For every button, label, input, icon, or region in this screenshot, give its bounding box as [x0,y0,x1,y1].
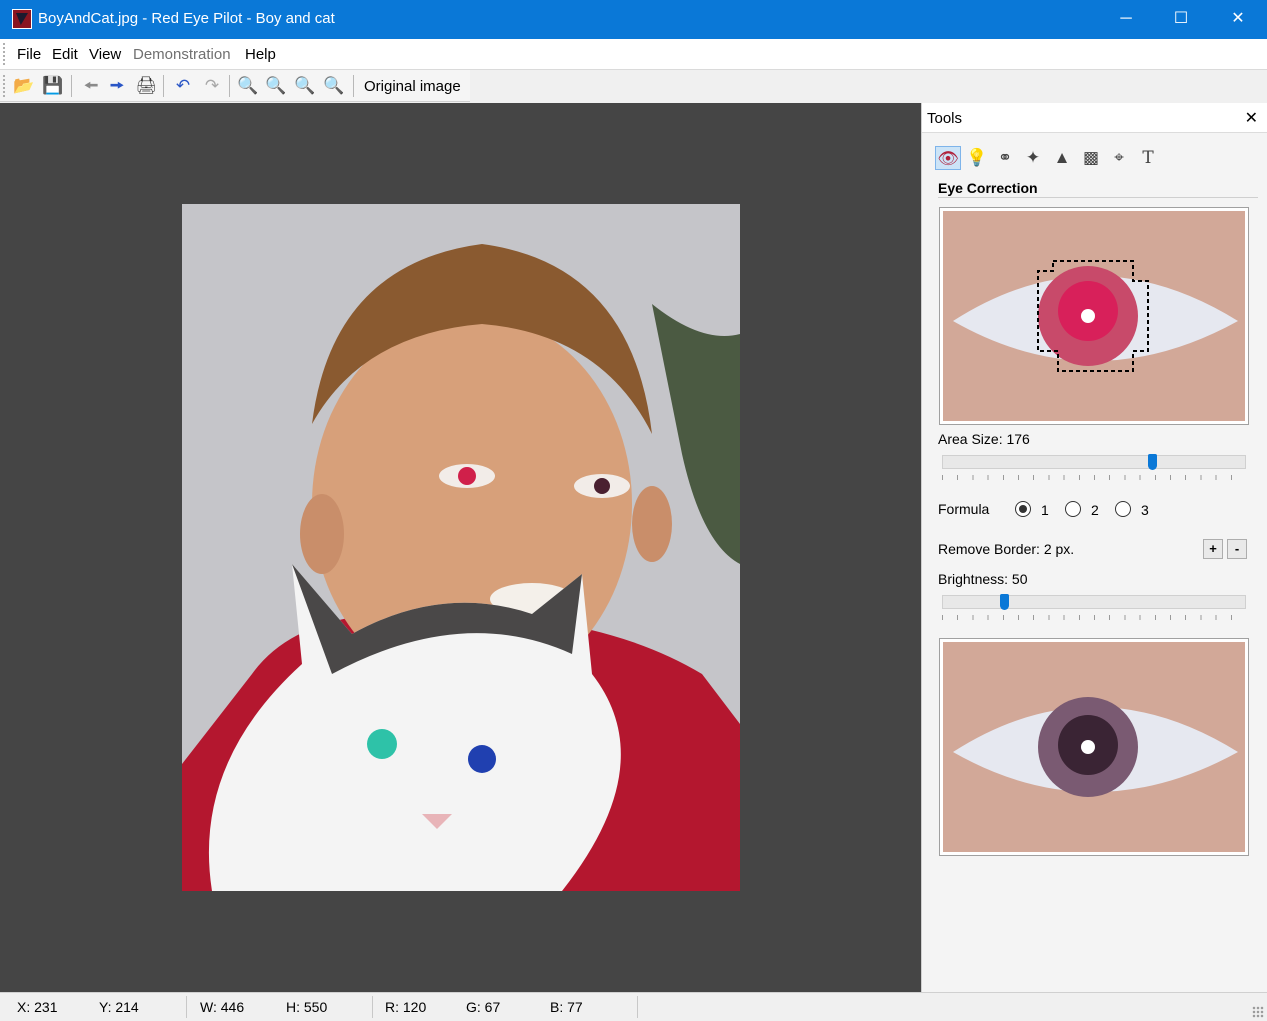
red-eye-icon[interactable]: 👁 [935,146,961,170]
text-icon[interactable]: T [1135,146,1161,170]
maximize-button[interactable]: ☐ [1153,0,1209,39]
forward-icon[interactable]: 🠚 [104,73,130,99]
toolbar-grip [3,75,7,97]
status-green: G: 67 [466,999,501,1015]
status-y: Y: 214 [99,999,139,1015]
color-wheel-icon[interactable]: ⚭ [992,146,1018,170]
redo-icon[interactable]: ↷ [199,73,225,99]
status-blue: B: 77 [550,999,583,1015]
after-preview [939,638,1249,856]
status-x: X: 231 [17,999,58,1015]
status-bar: X: 231 Y: 214 W: 446 H: 550 R: 120 G: 67… [0,992,1267,1021]
title-bar: BoyAndCat.jpg - Red Eye Pilot - Boy and … [0,0,1267,39]
menu-bar: File Edit View Demonstration Help [0,39,1267,70]
print-icon[interactable]: 🖨 [133,73,159,99]
resize-grip[interactable] [1252,1006,1264,1018]
section-divider [938,197,1258,198]
original-image-button[interactable]: Original image [364,78,461,95]
undo-icon[interactable]: ↶ [170,73,196,99]
menu-view[interactable]: View [89,46,121,63]
minimize-button[interactable]: ─ [1098,0,1154,39]
formula-radio-1-label: 1 [1041,502,1049,518]
brightness-label: Brightness: 50 [938,571,1028,587]
zoom-out-icon[interactable]: 🔍 [263,73,289,99]
formula-radio-2[interactable] [1065,501,1081,517]
fill-icon[interactable]: ▩ [1078,146,1104,170]
formula-label: Formula [938,501,990,517]
window-title: BoyAndCat.jpg - Red Eye Pilot - Boy and … [38,10,335,27]
status-height: H: 550 [286,999,328,1015]
remove-border-decrease-button[interactable]: - [1227,539,1247,559]
save-icon[interactable]: 💾 [40,73,66,99]
remove-border-label: Remove Border: 2 px. [938,541,1075,557]
formula-radio-3[interactable] [1115,501,1131,517]
toolbar-separator [229,75,230,97]
shapes-icon[interactable]: ▲ [1049,146,1075,170]
status-separator [372,996,373,1018]
tools-panel-close-icon[interactable]: ✕ [1245,108,1258,128]
menu-demonstration[interactable]: Demonstration [133,46,231,63]
status-separator [637,996,638,1018]
area-size-label: Area Size: 176 [938,431,1030,447]
toolbar: 📂 💾 🠘 🠚 🖨 ↶ ↷ 🔍 🔍 🔍 🔍 Original image [0,70,470,102]
brightness-slider[interactable] [942,594,1246,610]
menu-grip [3,43,7,65]
magic-wand-icon[interactable]: ✦ [1020,146,1046,170]
zoom-fit-icon[interactable]: 🔍 [292,73,318,99]
before-preview [939,207,1249,425]
status-separator [186,996,187,1018]
area-size-slider-ticks [942,475,1246,480]
photo-boy-and-cat[interactable] [182,204,740,891]
tools-panel-title: Tools [927,110,963,127]
brightness-slider-thumb[interactable] [1000,594,1009,610]
formula-radio-2-label: 2 [1091,502,1099,518]
area-size-slider-thumb[interactable] [1148,454,1157,470]
status-width: W: 446 [200,999,245,1015]
remove-border-increase-button[interactable]: + [1203,539,1223,559]
crop-icon[interactable]: ⌖ [1106,146,1132,170]
toolbar-separator [163,75,164,97]
formula-radio-1[interactable] [1015,501,1031,517]
image-canvas[interactable] [0,103,921,992]
tools-panel: Tools ✕ 👁 💡 ⚭ ✦ ▲ ▩ ⌖ T Eye Correction A… [921,103,1267,992]
menu-help[interactable]: Help [245,46,276,63]
close-button[interactable]: ✕ [1210,0,1266,39]
status-red: R: 120 [385,999,427,1015]
toolbar-separator [353,75,354,97]
light-bulb-icon[interactable]: 💡 [964,146,990,170]
brightness-slider-ticks [942,615,1246,620]
zoom-in-icon[interactable]: 🔍 [235,73,261,99]
tools-panel-header: Tools ✕ [922,103,1267,133]
eye-correction-label: Eye Correction [938,180,1038,196]
open-folder-icon[interactable]: 📂 [11,73,37,99]
back-icon[interactable]: 🠘 [78,73,104,99]
formula-radio-3-label: 3 [1141,502,1149,518]
app-icon [12,9,32,29]
menu-edit[interactable]: Edit [52,46,78,63]
area-size-slider[interactable] [942,454,1246,470]
zoom-actual-icon[interactable]: 🔍 [321,73,347,99]
menu-file[interactable]: File [17,46,41,63]
toolbar-separator [71,75,72,97]
